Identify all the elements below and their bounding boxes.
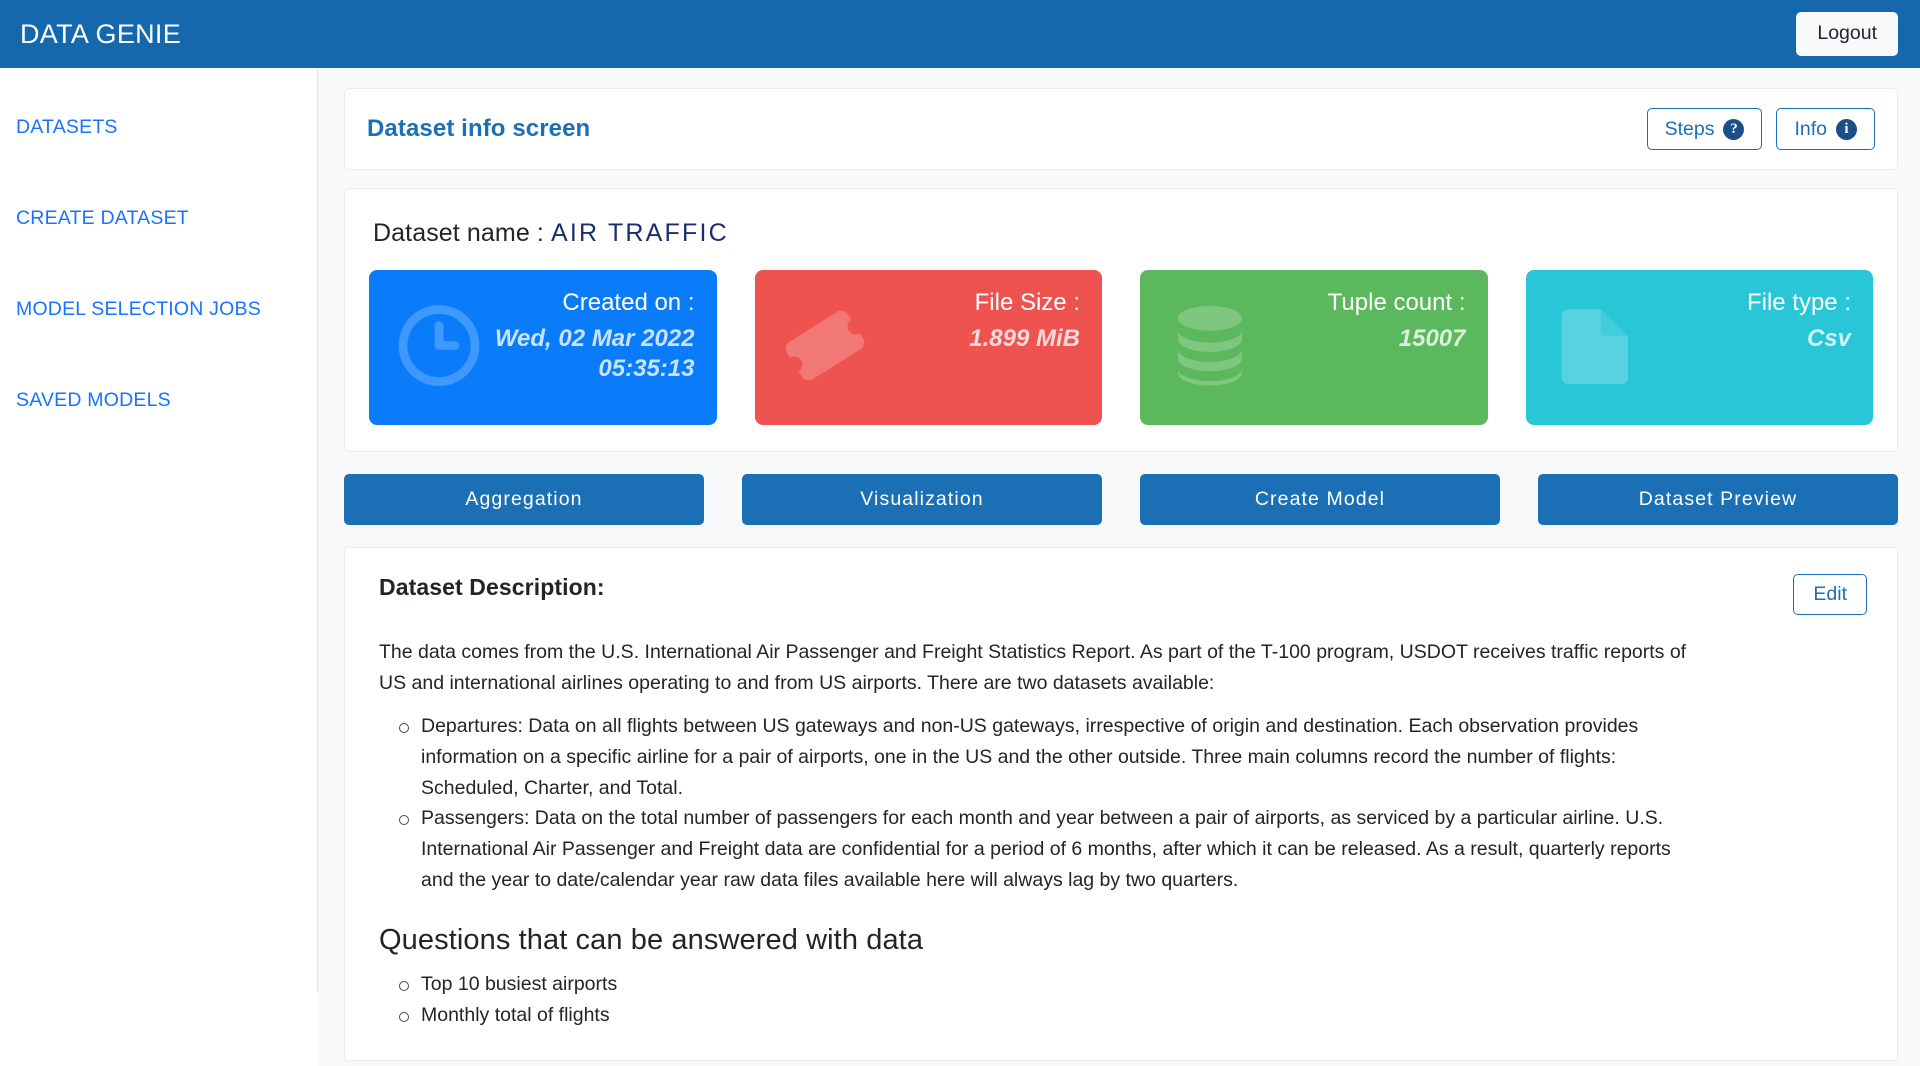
steps-button-label: Steps	[1664, 118, 1715, 140]
top-navbar: DATA GENIE Logout	[0, 0, 1920, 68]
visualization-button[interactable]: Visualization	[742, 474, 1102, 526]
steps-button[interactable]: Steps ?	[1646, 108, 1763, 151]
stat-card-row: Created on : Wed, 02 Mar 2022 05:35:13 F…	[369, 270, 1873, 426]
page-title: Dataset info screen	[367, 115, 591, 143]
description-paragraph: The data comes from the U.S. Internation…	[379, 641, 1687, 695]
description-header: Dataset Description: Edit	[379, 574, 1867, 616]
file-type-label: File type :	[1746, 289, 1851, 317]
tuple-count-label: Tuple count :	[1327, 289, 1466, 317]
created-on-label: Created on :	[562, 289, 695, 317]
file-size-label: File Size :	[974, 289, 1080, 317]
sidebar-nav: DATASETS CREATE DATASET MODEL SELECTION …	[0, 68, 318, 993]
sidebar-item-model-selection-jobs[interactable]: MODEL SELECTION JOBS	[0, 298, 317, 321]
created-on-card: Created on : Wed, 02 Mar 2022 05:35:13	[369, 270, 717, 426]
file-type-card: File type : Csv	[1525, 270, 1873, 426]
file-type-value: Csv	[1806, 325, 1851, 353]
dataset-action-row: Aggregation Visualization Create Model D…	[344, 474, 1898, 526]
dataset-description-panel: Dataset Description: Edit The data comes…	[344, 547, 1898, 1062]
info-button[interactable]: Info i	[1776, 108, 1875, 151]
question-circle-icon: ?	[1723, 118, 1745, 140]
page-shell: DATASETS CREATE DATASET MODEL SELECTION …	[0, 68, 1920, 1066]
screen-header-panel: Dataset info screen Steps ? Info i	[344, 88, 1898, 171]
list-item: Passengers: Data on the total number of …	[395, 803, 1705, 895]
dataset-name-row: Dataset name : AIR TRAFFIC	[373, 219, 1873, 248]
created-on-value: Wed, 02 Mar 2022 05:35:13	[369, 324, 695, 383]
dataset-preview-button[interactable]: Dataset Preview	[1538, 474, 1898, 526]
dataset-info-panel: Dataset name : AIR TRAFFIC Created on : …	[344, 188, 1898, 453]
header-actions: Steps ? Info i	[1646, 108, 1875, 151]
list-item: Top 10 busiest airports	[395, 969, 1705, 1000]
aggregation-button[interactable]: Aggregation	[344, 474, 704, 526]
questions-title: Questions that can be answered with data	[379, 923, 924, 956]
logout-button[interactable]: Logout	[1796, 12, 1898, 56]
file-size-value: 1.899 MiB	[969, 325, 1080, 353]
edit-description-button[interactable]: Edit	[1793, 574, 1867, 616]
create-model-button[interactable]: Create Model	[1140, 474, 1500, 526]
tuple-count-value: 15007	[1398, 325, 1466, 353]
sidebar-item-create-dataset[interactable]: CREATE DATASET	[0, 207, 317, 230]
list-item: Monthly total of flights	[395, 1000, 1705, 1031]
created-on-time: 05:35:13	[598, 354, 695, 382]
dataset-name-label: Dataset name :	[373, 219, 544, 248]
list-item: Departures: Data on all flights between …	[395, 711, 1705, 803]
file-size-card: File Size : 1.899 MiB	[754, 270, 1102, 426]
questions-list: Top 10 busiest airports Monthly total of…	[395, 969, 1867, 1031]
created-on-date: Wed, 02 Mar 2022	[494, 325, 695, 353]
app-brand-title: DATA GENIE	[20, 18, 182, 49]
info-circle-icon: i	[1836, 118, 1857, 140]
sidebar-item-datasets[interactable]: DATASETS	[0, 116, 317, 139]
main-content: Dataset info screen Steps ? Info i Datas…	[318, 68, 1920, 1066]
sidebar-item-saved-models[interactable]: SAVED MODELS	[0, 389, 317, 412]
description-title: Dataset Description:	[379, 574, 605, 601]
tuple-count-card: Tuple count : 15007	[1140, 270, 1488, 426]
dataset-name-value: AIR TRAFFIC	[550, 219, 729, 248]
description-bullet-list: Departures: Data on all flights between …	[395, 711, 1867, 896]
info-button-label: Info	[1794, 118, 1827, 140]
